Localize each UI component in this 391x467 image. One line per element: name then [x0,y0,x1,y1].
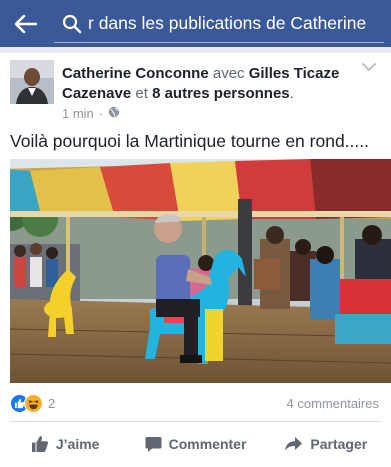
share-icon [284,436,303,452]
with-word: avec [212,65,245,82]
others-link[interactable]: 8 autres personnes [152,85,290,102]
reactions-summary[interactable]: 2 [10,392,55,414]
chevron-down-icon[interactable] [361,60,377,72]
feed-gap [0,47,391,53]
back-arrow-icon[interactable] [12,10,40,38]
comment-label: Commenter [168,436,247,452]
search-icon [62,14,82,34]
post-text: Voilà pourquoi la Martinique tourne en r… [10,131,369,151]
like-label: J’aime [55,436,100,452]
post-time[interactable]: 1 min [62,106,94,121]
share-button[interactable]: Partager [261,424,391,464]
author-line-period: . [289,85,294,102]
reaction-count: 2 [48,395,56,411]
thumbs-up-icon [31,435,49,453]
post-meta: 1 min · [62,106,120,121]
comment-button[interactable]: Commenter [130,424,260,464]
like-button[interactable]: J’aime [0,424,130,464]
post-author-line: Catherine Conconne avec Gilles Ticaze Ca… [62,64,367,104]
author-avatar[interactable] [10,60,54,104]
comment-icon [145,436,162,453]
post-photo[interactable] [10,159,391,383]
haha-reaction-icon [24,393,43,413]
post-actions: J’aime Commenter Partager [0,424,391,464]
globe-icon [108,106,120,121]
search-query-text: r dans les publications de Catherine [88,13,367,33]
share-label: Partager [310,436,368,452]
search-input[interactable]: r dans les publications de Catherine [54,9,384,43]
and-word: et [135,85,148,102]
author-name[interactable]: Catherine Conconne [62,65,209,82]
meta-separator: · [98,106,104,121]
comments-count[interactable]: 4 commentaires [287,396,379,411]
footer-divider [10,421,381,422]
top-search-bar: r dans les publications de Catherine [0,0,391,47]
search-underline [54,42,384,43]
